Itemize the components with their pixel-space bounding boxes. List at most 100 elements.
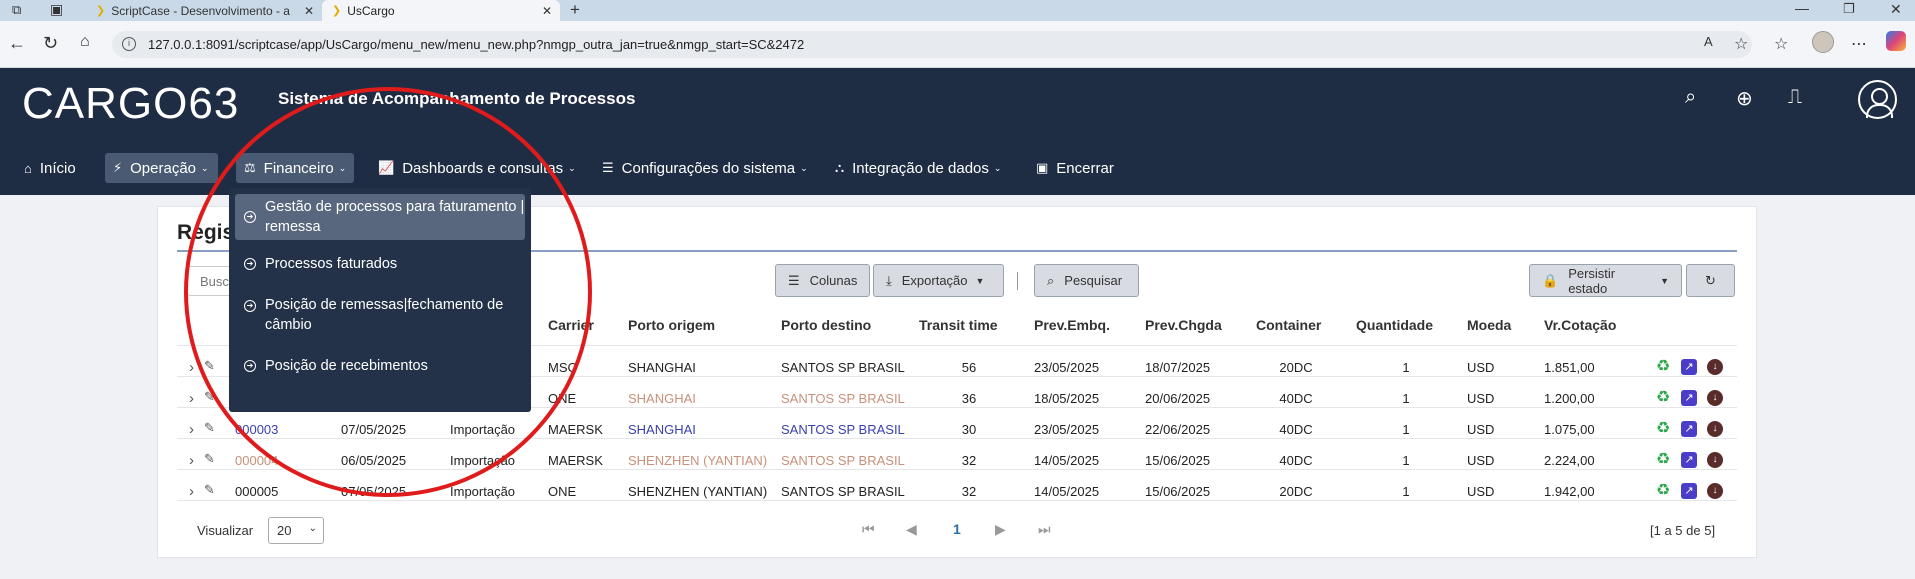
dropdown-item-processos-faturados[interactable]: ➔ Processos faturados	[235, 249, 525, 279]
expand-row-icon[interactable]: ›	[189, 390, 194, 407]
more-options-icon[interactable]: ⋯	[1851, 34, 1867, 54]
tab-scriptcase[interactable]: ❯ ScriptCase - Desenvolvimento - a ✕	[86, 0, 322, 21]
cell-id[interactable]: 000003	[235, 422, 278, 437]
download-circle-icon[interactable]: ↓	[1707, 421, 1723, 437]
cell-origin: SHANGHAI	[628, 422, 696, 437]
site-info-icon[interactable]: i	[122, 37, 136, 51]
download-circle-icon[interactable]: ↓	[1707, 359, 1723, 375]
menu-integracao[interactable]: ⛬ Integração de dados ⌄	[827, 153, 1009, 183]
export-button[interactable]: ⤓ Exportação ▼	[873, 264, 1004, 297]
close-icon[interactable]: ✕	[542, 4, 552, 18]
col-header-container[interactable]: Container	[1256, 317, 1321, 333]
open-external-icon[interactable]: ↗	[1681, 390, 1697, 406]
close-icon[interactable]: ✕	[304, 4, 314, 18]
menu-financeiro[interactable]: ⚖ Financeiro ⌄	[236, 153, 354, 183]
menu-encerrar[interactable]: ▣ Encerrar	[1028, 153, 1122, 183]
menu-dashboards[interactable]: 📈 Dashboards e consultas ⌄	[370, 153, 584, 183]
columns-button[interactable]: ☰ Colunas	[775, 264, 870, 297]
download-circle-icon[interactable]: ↓	[1707, 452, 1723, 468]
recycle-icon[interactable]: ♻	[1655, 452, 1671, 468]
button-label: Pesquisar	[1064, 273, 1123, 288]
col-header-quantidade[interactable]: Quantidade	[1356, 317, 1433, 333]
open-external-icon[interactable]: ↗	[1681, 452, 1697, 468]
col-header-vr-cotacao[interactable]: Vr.Cotação	[1544, 317, 1616, 333]
cell-currency: USD	[1467, 484, 1495, 499]
copilot-icon[interactable]	[1886, 31, 1906, 51]
row-divider	[177, 438, 1737, 439]
cell-transit: 30	[961, 422, 977, 437]
paint-roller-icon[interactable]: ⎍	[1788, 86, 1802, 109]
url-text: 127.0.0.1:8091/scriptcase/app/UsCargo/me…	[148, 37, 805, 52]
dropdown-label: Posição de recebimentos	[265, 358, 428, 374]
dropdown-item-posicao-recebimentos[interactable]: ➔ Posição de recebimentos	[235, 351, 525, 381]
globe-icon[interactable]: ⊕	[1736, 86, 1753, 111]
recycle-icon[interactable]: ♻	[1655, 483, 1671, 499]
prev-page-icon[interactable]: ◀	[906, 521, 917, 538]
edit-row-icon[interactable]: ✎	[204, 451, 215, 467]
dropdown-item-gestao-processos[interactable]: ➔ Gestão de processos para faturamento |…	[235, 194, 525, 240]
app-header: CARGO63 Sistema de Acompanhamento de Pro…	[0, 68, 1915, 195]
col-header-porto-destino[interactable]: Porto destino	[781, 317, 871, 333]
menu-inicio[interactable]: ⌂ Início	[16, 153, 84, 183]
close-window-icon[interactable]: ✕	[1890, 1, 1902, 18]
restore-icon[interactable]: ❐	[1843, 1, 1855, 17]
page-size-select[interactable]: 20 ⌄	[268, 517, 324, 544]
col-header-moeda[interactable]: Moeda	[1467, 317, 1511, 333]
edit-row-icon[interactable]: ✎	[204, 389, 215, 405]
edit-row-icon[interactable]: ✎	[204, 482, 215, 498]
search-icon: ⌕	[1047, 272, 1055, 288]
user-avatar-icon[interactable]	[1858, 80, 1897, 119]
refresh-icon[interactable]: ↻	[43, 33, 58, 54]
recycle-icon[interactable]: ♻	[1655, 359, 1671, 375]
read-aloud-icon[interactable]: A	[1704, 34, 1713, 49]
cell-transit: 32	[961, 453, 977, 468]
col-header-transit-time[interactable]: Transit time	[919, 317, 998, 333]
menu-operacao[interactable]: ⚡ Operação ⌄	[105, 153, 218, 183]
expand-row-icon[interactable]: ›	[189, 483, 194, 500]
home-icon[interactable]: ⌂	[80, 33, 90, 51]
list-icon: ☰	[602, 160, 614, 175]
refresh-icon: ↻	[1705, 272, 1716, 288]
open-external-icon[interactable]: ↗	[1681, 421, 1697, 437]
tab-uscargo[interactable]: ❯ UsCargo ✕	[322, 0, 560, 21]
menu-label: Financeiro	[263, 159, 334, 177]
tab-actions-icon[interactable]: ▣	[50, 1, 63, 18]
back-icon[interactable]: ←	[8, 33, 26, 54]
first-page-icon[interactable]: ⏮	[862, 521, 875, 538]
recycle-icon[interactable]: ♻	[1655, 390, 1671, 406]
search-icon[interactable]: ⌕	[1685, 86, 1696, 109]
row-divider	[177, 500, 1737, 501]
download-circle-icon[interactable]: ↓	[1707, 483, 1723, 499]
refresh-button[interactable]: ↻	[1686, 264, 1735, 297]
expand-row-icon[interactable]: ›	[189, 421, 194, 438]
col-header-prev-embq[interactable]: Prev.Embq.	[1034, 317, 1110, 333]
new-tab-icon[interactable]: +	[570, 0, 580, 20]
cell-id[interactable]: 000004	[235, 453, 278, 468]
edit-row-icon[interactable]: ✎	[204, 420, 215, 436]
favorite-star-icon[interactable]: ☆	[1734, 34, 1748, 54]
recycle-icon[interactable]: ♻	[1655, 421, 1671, 437]
favorites-icon[interactable]: ☆	[1774, 34, 1788, 54]
open-external-icon[interactable]: ↗	[1681, 483, 1697, 499]
download-circle-icon[interactable]: ↓	[1707, 390, 1723, 406]
url-field[interactable]: i 127.0.0.1:8091/scriptcase/app/UsCargo/…	[112, 31, 1752, 58]
current-page[interactable]: 1	[953, 521, 961, 537]
col-header-prev-chgda[interactable]: Prev.Chgda	[1145, 317, 1222, 333]
profile-avatar[interactable]	[1812, 31, 1834, 53]
minimize-icon[interactable]: —	[1795, 0, 1809, 16]
dropdown-item-posicao-remessas[interactable]: ➔ Posição de remessas|fechamento de câmb…	[235, 292, 525, 338]
workspaces-icon[interactable]: ⧉	[12, 2, 21, 18]
menu-configuracoes[interactable]: ☰ Configurações do sistema ⌄	[594, 153, 816, 183]
expand-row-icon[interactable]: ›	[189, 359, 194, 376]
next-page-icon[interactable]: ▶	[995, 521, 1006, 538]
search-button[interactable]: ⌕ Pesquisar	[1034, 264, 1139, 297]
open-external-icon[interactable]: ↗	[1681, 359, 1697, 375]
last-page-icon[interactable]: ⏭	[1038, 521, 1051, 538]
col-header-carrier[interactable]: Carrier	[548, 317, 594, 333]
persist-state-button[interactable]: 🔒 Persistir estado ▼	[1529, 264, 1682, 297]
col-header-porto-origem[interactable]: Porto origem	[628, 317, 715, 333]
bolt-icon: ⚡	[113, 160, 123, 175]
expand-row-icon[interactable]: ›	[189, 452, 194, 469]
edit-row-icon[interactable]: ✎	[204, 358, 215, 374]
cell-id[interactable]: 000005	[235, 484, 278, 499]
